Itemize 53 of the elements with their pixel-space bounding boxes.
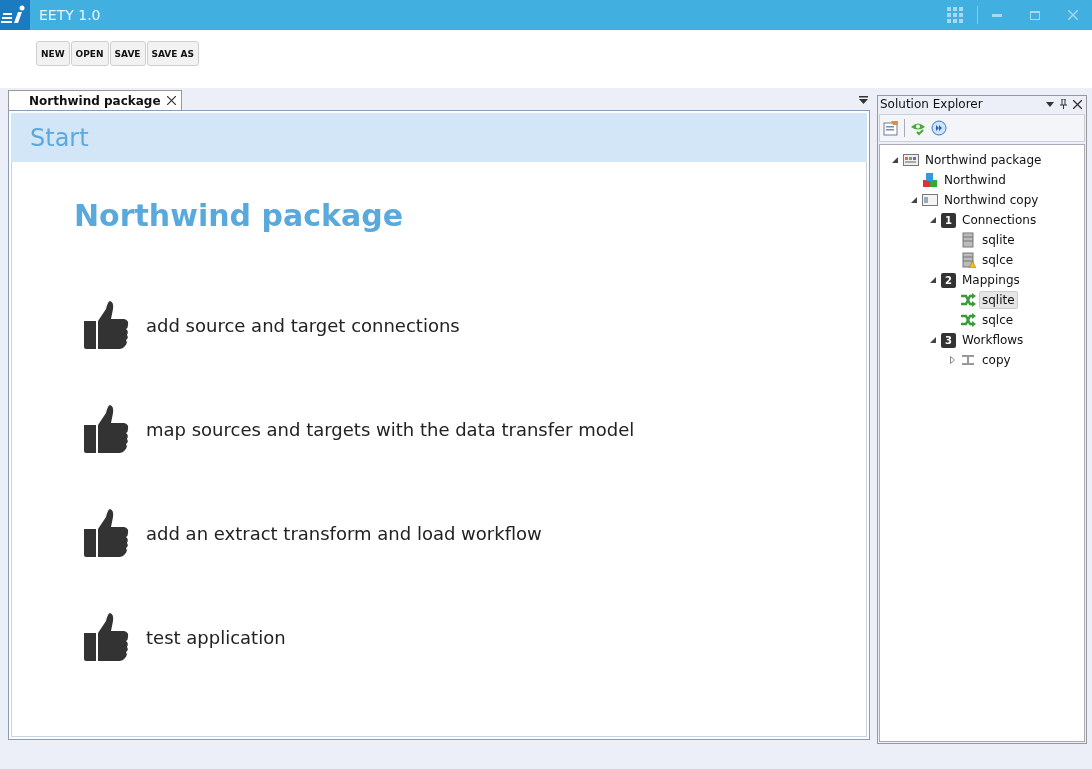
toolbar-button[interactable]: SAVE AS <box>146 41 200 66</box>
properties-icon[interactable] <box>883 120 899 136</box>
tree-item[interactable]: sqlce <box>979 311 1017 329</box>
shuffle-icon <box>960 312 976 328</box>
thumbs-up-icon <box>82 507 130 559</box>
number-badge: 2 <box>941 272 956 288</box>
tree-item[interactable]: copy <box>979 351 1014 369</box>
step-text: add source and target connections <box>146 314 460 336</box>
tree-item[interactable]: Connections <box>959 211 1040 229</box>
document-tab[interactable]: Northwind package <box>8 90 182 110</box>
expanded-arrow-icon[interactable] <box>928 277 938 283</box>
fast-forward-icon[interactable] <box>931 120 947 136</box>
panel-title: Solution Explorer <box>880 97 983 111</box>
expanded-arrow-icon[interactable] <box>928 337 938 343</box>
number-badge: 3 <box>941 332 956 348</box>
step-text: map sources and targets with the data transfer model <box>146 418 635 440</box>
expanded-arrow-icon[interactable] <box>928 217 938 223</box>
toolbar-button[interactable]: NEW <box>36 41 70 66</box>
tree-item[interactable]: sqlce <box>979 251 1017 269</box>
thumbs-up-icon <box>82 299 130 351</box>
expanded-arrow-icon[interactable] <box>909 197 919 203</box>
step-text: test application <box>146 626 286 648</box>
tree-item[interactable]: Northwind <box>941 171 1009 189</box>
dropdown-icon[interactable] <box>1046 101 1054 107</box>
package-icon <box>903 152 919 168</box>
tree-item[interactable]: sqlite <box>979 231 1018 249</box>
toolbar-button[interactable]: SAVE <box>109 41 146 66</box>
pin-icon[interactable] <box>1060 99 1067 109</box>
blocks-icon <box>922 172 938 188</box>
header-text: Start <box>30 123 89 152</box>
server-warning-icon <box>960 252 976 268</box>
server-icon <box>960 232 976 248</box>
expanded-arrow-icon[interactable] <box>890 157 900 163</box>
close-icon[interactable] <box>166 96 176 105</box>
collapsed-arrow-icon[interactable] <box>947 356 957 364</box>
step-text: add an extract transform and load workflow <box>146 522 542 544</box>
window-title: EETY 1.0 <box>39 7 101 23</box>
tree-item[interactable]: Workflows <box>959 331 1027 349</box>
pipe-icon <box>960 352 976 368</box>
number-badge: 1 <box>941 212 956 228</box>
app-logo-icon <box>0 0 30 30</box>
thumbs-up-icon <box>82 611 130 663</box>
thumbs-up-icon <box>82 403 130 455</box>
tree-item[interactable]: Northwind package <box>922 151 1045 169</box>
shuffle-icon <box>960 292 976 308</box>
tree-item[interactable]: Northwind copy <box>941 191 1042 209</box>
close-icon[interactable] <box>1073 99 1082 109</box>
tree-item[interactable]: Mappings <box>959 271 1023 289</box>
dropdown-icon[interactable] <box>859 96 868 104</box>
window-icon <box>922 192 938 208</box>
page-title: Northwind package <box>74 198 404 233</box>
toolbar-button[interactable]: OPEN <box>70 41 109 66</box>
tree-item[interactable]: sqlite <box>979 291 1018 309</box>
